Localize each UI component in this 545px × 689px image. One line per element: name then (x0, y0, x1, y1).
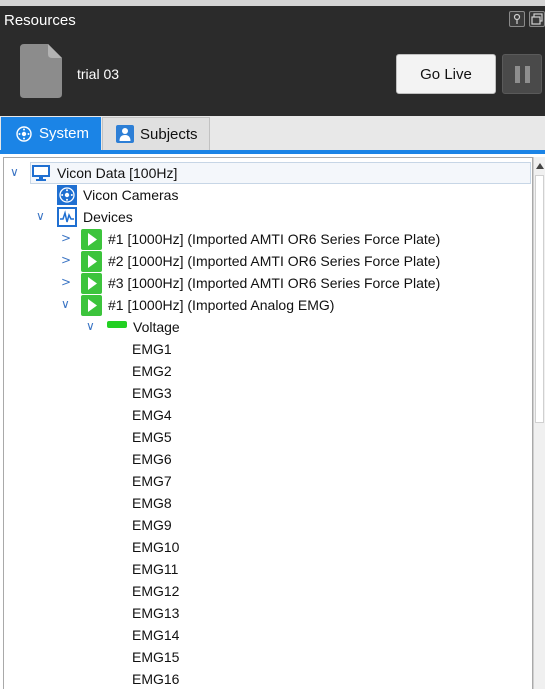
channel-label: EMG4 (132, 407, 172, 423)
tree-node-label: Vicon Data [100Hz] (57, 165, 178, 181)
float-panel-button[interactable] (529, 11, 545, 27)
tree-node-label: Voltage (133, 319, 180, 335)
tree-leaf-channel[interactable]: EMG11 (4, 558, 532, 580)
trial-header: trial 03 Go Live (0, 38, 545, 116)
tab-system[interactable]: System (1, 117, 101, 150)
monitor-icon (32, 165, 50, 181)
play-icon (81, 295, 102, 316)
tree-node-label: Devices (83, 209, 133, 225)
resources-panel-title-bar: Resources (0, 0, 545, 38)
file-icon (20, 44, 62, 98)
channel-label: EMG16 (132, 671, 180, 687)
tree-node-label: #2 [1000Hz] (Imported AMTI OR6 Series Fo… (108, 253, 441, 269)
waveform-icon (57, 207, 77, 227)
tree-leaf-channel[interactable]: EMG12 (4, 580, 532, 602)
chevron-right-icon[interactable]: > (61, 275, 71, 289)
channel-label: EMG11 (132, 561, 179, 577)
tab-system-label: System (39, 125, 90, 142)
tree-node-label: Vicon Cameras (83, 187, 179, 203)
tab-subjects[interactable]: Subjects (102, 117, 210, 150)
tree-node-label: #1 [1000Hz] (Imported AMTI OR6 Series Fo… (108, 231, 441, 247)
channel-label: EMG3 (132, 385, 172, 401)
scrollbar-thumb[interactable] (535, 175, 544, 423)
voltage-bar-icon (107, 321, 127, 328)
chevron-right-icon[interactable]: > (61, 253, 71, 267)
tree-leaf-channel[interactable]: EMG13 (4, 602, 532, 624)
scroll-up-arrow-icon[interactable] (536, 163, 544, 169)
channel-label: EMG8 (132, 495, 172, 511)
channel-label: EMG12 (132, 583, 180, 599)
channel-label: EMG15 (132, 649, 180, 665)
tree-node-device[interactable]: > #2 [1000Hz] (Imported AMTI OR6 Series … (4, 250, 532, 272)
channel-label: EMG1 (132, 341, 172, 357)
camera-grid-icon (57, 185, 77, 205)
tree-node-vicon-cameras[interactable]: Vicon Cameras (4, 184, 532, 206)
play-icon (81, 229, 102, 250)
play-icon (81, 251, 102, 272)
trial-name: trial 03 (77, 66, 120, 82)
tree-leaf-channel[interactable]: EMG2 (4, 360, 532, 382)
channel-label: EMG5 (132, 429, 172, 445)
channel-label: EMG6 (132, 451, 172, 467)
tree-leaf-channel[interactable]: EMG8 (4, 492, 532, 514)
pin-icon (513, 13, 521, 24)
tree-node-devices[interactable]: ∨ Devices (4, 206, 532, 228)
channel-label: EMG13 (132, 605, 180, 621)
tree-node-device[interactable]: > #1 [1000Hz] (Imported AMTI OR6 Series … (4, 228, 532, 250)
tree-node-label: #3 [1000Hz] (Imported AMTI OR6 Series Fo… (108, 275, 441, 291)
channel-label: EMG14 (132, 627, 180, 643)
tree-node-device[interactable]: ∨ #1 [1000Hz] (Imported Analog EMG) (4, 294, 532, 316)
go-live-button[interactable]: Go Live (396, 54, 496, 94)
tree-leaf-channel[interactable]: EMG6 (4, 448, 532, 470)
tree-leaf-channel[interactable]: EMG10 (4, 536, 532, 558)
tree-leaf-channel[interactable]: EMG4 (4, 404, 532, 426)
tree-leaf-channel[interactable]: EMG7 (4, 470, 532, 492)
panel-title: Resources (4, 12, 76, 29)
tree-node-vicon-data[interactable]: ∨ Vicon Data [100Hz] (4, 162, 532, 184)
tree-leaf-channel[interactable]: EMG16 (4, 668, 532, 689)
chevron-down-icon[interactable]: ∨ (36, 209, 45, 223)
chevron-down-icon[interactable]: ∨ (10, 165, 19, 179)
channel-label: EMG2 (132, 363, 172, 379)
tree-leaf-channel[interactable]: EMG3 (4, 382, 532, 404)
tree-leaf-channel[interactable]: EMG15 (4, 646, 532, 668)
tree-node-voltage[interactable]: ∨ Voltage (4, 316, 532, 338)
tree-scrollbar[interactable] (533, 157, 545, 689)
float-window-icon (531, 13, 543, 25)
tree-leaf-channel[interactable]: EMG14 (4, 624, 532, 646)
play-icon (81, 273, 102, 294)
tree-leaf-channel[interactable]: EMG9 (4, 514, 532, 536)
chevron-right-icon[interactable]: > (61, 231, 71, 245)
tab-bar: System Subjects (0, 116, 545, 150)
chevron-down-icon[interactable]: ∨ (86, 319, 95, 333)
tab-underline (0, 150, 545, 154)
channel-label: EMG10 (132, 539, 180, 555)
system-tree: ∨ Vicon Data [100Hz] Vicon Cameras ∨ Dev… (3, 157, 533, 689)
tree-node-device[interactable]: > #3 [1000Hz] (Imported AMTI OR6 Series … (4, 272, 532, 294)
tree-leaf-channel[interactable]: EMG1 (4, 338, 532, 360)
subject-icon (116, 125, 134, 143)
channel-label: EMG7 (132, 473, 172, 489)
chevron-down-icon[interactable]: ∨ (61, 297, 70, 311)
pin-panel-button[interactable] (509, 11, 525, 27)
tree-node-label: #1 [1000Hz] (Imported Analog EMG) (108, 297, 335, 313)
pause-button[interactable] (502, 54, 542, 94)
tab-subjects-label: Subjects (140, 125, 198, 143)
system-icon (15, 125, 33, 143)
channel-label: EMG9 (132, 517, 172, 533)
tree-leaf-channel[interactable]: EMG5 (4, 426, 532, 448)
